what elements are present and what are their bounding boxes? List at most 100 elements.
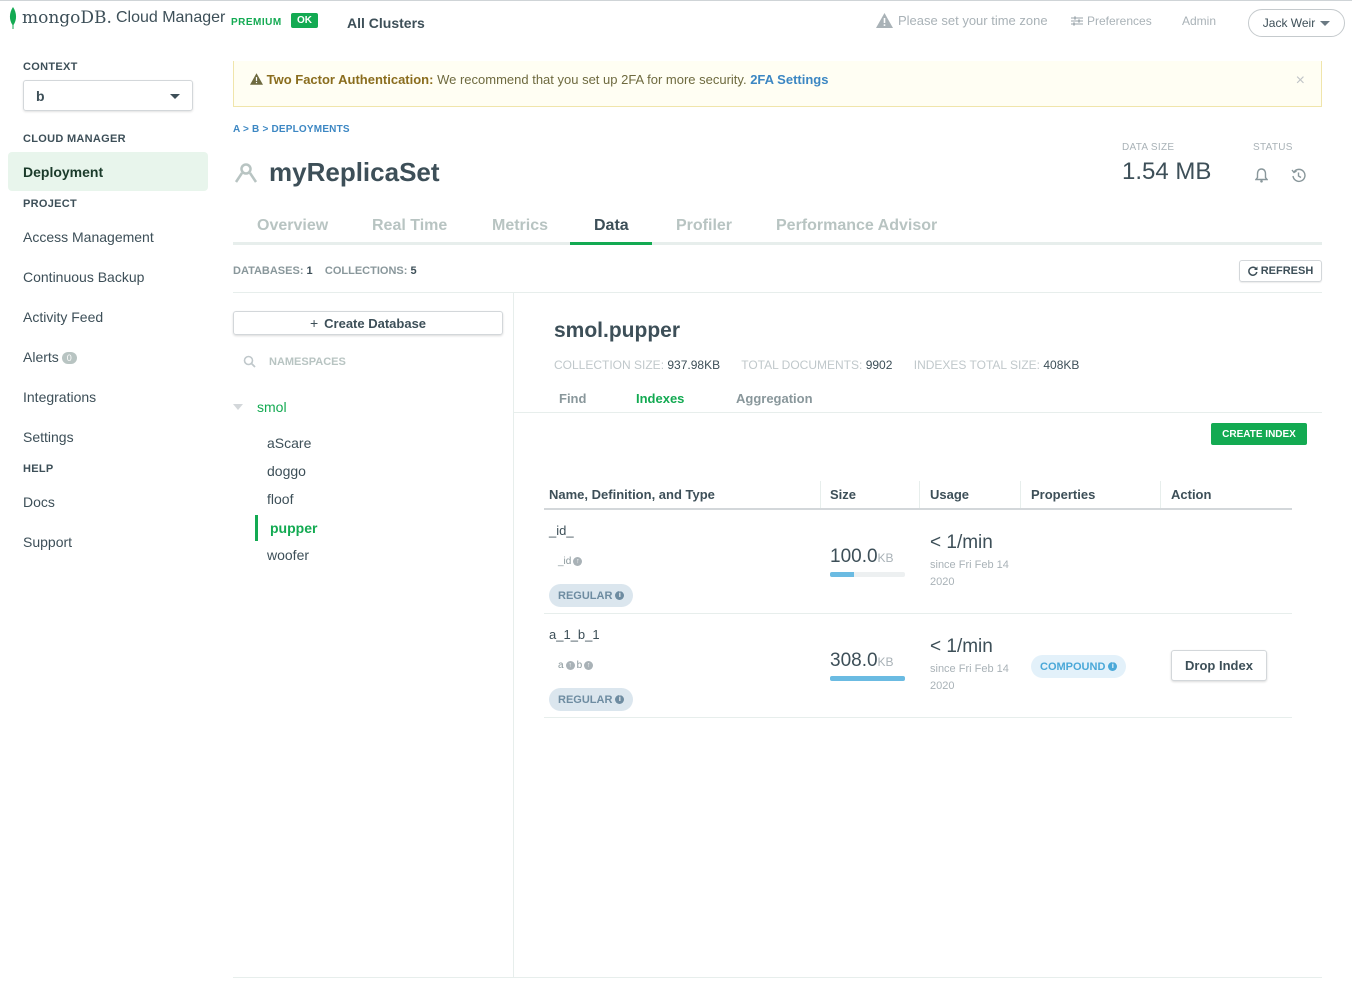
2fa-settings-link[interactable]: 2FA Settings [750,72,828,87]
collection-size-label: COLLECTION SIZE: [554,358,665,372]
cluster-selector[interactable]: All Clusters [347,15,425,31]
info-icon: i [615,695,625,704]
sidebar-item-settings[interactable]: Settings [23,429,74,445]
column-divider [919,481,920,508]
subtab-find[interactable]: Find [559,391,586,406]
tab-data[interactable]: Data [594,217,629,235]
close-icon[interactable]: × [1296,72,1305,90]
refresh-icon [1247,266,1258,276]
databases-label: DATABASES: [233,265,304,277]
collection-item-pupper[interactable]: pupper [270,520,317,536]
tab-real-time[interactable]: Real Time [372,217,447,235]
sidebar-item-alerts[interactable]: Alerts 0 [23,349,77,365]
refresh-button[interactable]: REFRESH [1239,260,1322,282]
breadcrumb[interactable]: A > B > DEPLOYMENTS [233,124,350,135]
sidebar-item-alerts-label: Alerts [23,349,59,365]
table-header-divider [544,508,1292,510]
cloud-manager-heading: CLOUD MANAGER [23,133,126,145]
collections-label: COLLECTIONS: [324,265,408,277]
database-item-smol[interactable]: smol [233,399,287,415]
data-counts: DATABASES: 1 COLLECTIONS: 5 [233,265,417,277]
product-name: Cloud Manager [115,9,226,26]
index-size-value: 100.0 [830,546,878,567]
tab-metrics[interactable]: Metrics [492,217,548,235]
history-icon[interactable] [1291,168,1306,183]
subtab-divider [514,412,1322,413]
namespace-search-input[interactable]: NAMESPACES [269,356,346,368]
active-collection-indicator [255,515,258,541]
create-index-button[interactable]: CREATE INDEX [1211,423,1307,445]
sidebar-item-activity-feed[interactable]: Activity Feed [23,309,103,325]
warning-icon [876,13,893,28]
column-header-name: Name, Definition, and Type [549,487,715,502]
admin-link[interactable]: Admin [1182,14,1216,28]
alerts-count-badge: 0 [61,352,77,364]
column-header-usage: Usage [930,487,970,502]
preferences-label: Preferences [1087,14,1152,28]
create-database-button[interactable]: + Create Database [233,311,503,335]
collection-title: smol.pupper [554,319,681,342]
tab-performance-advisor[interactable]: Performance Advisor [776,217,937,235]
compound-property-badge[interactable]: COMPOUND i [1031,655,1127,678]
sidebar-item-access-management[interactable]: Access Management [23,229,154,245]
top-bar: mongoDB. Cloud Manager PREMIUM OK All Cl… [0,0,1352,42]
collection-item-woofer[interactable]: woofer [267,547,309,563]
collection-item-ascare[interactable]: aScare [267,435,311,451]
context-value: b [36,88,45,104]
context-select[interactable]: b [23,80,193,111]
refresh-label: REFRESH [1260,265,1314,277]
info-icon: i [1108,662,1118,671]
row-divider [544,717,1292,718]
index-usage-since: since Fri Feb 14 2020 [930,663,1009,692]
plan-status-badge: OK [291,13,318,28]
index-size-unit: KB [877,655,894,669]
sidebar-item-deployment[interactable]: Deployment [23,164,103,180]
help-heading: HELP [23,463,54,475]
drop-index-button[interactable]: Drop Index [1171,650,1267,681]
index-size-bar [830,676,905,681]
status-label: STATUS [1253,142,1293,153]
chevron-down-icon [170,94,180,99]
column-header-size: Size [830,487,857,502]
info-icon: i [615,591,625,600]
page-title: myReplicaSet [269,157,440,187]
brand-name: mongoDB. [22,8,112,28]
alert-message: We recommend that you set up 2FA for mor… [437,72,747,87]
collection-item-doggo[interactable]: doggo [267,463,306,479]
ascending-icon: ↑ [584,661,594,670]
index-field: a [558,660,564,671]
index-type-label: REGULAR [558,589,613,602]
preferences-link[interactable]: Preferences [1071,14,1152,28]
sidebar-item-docs[interactable]: Docs [23,494,55,510]
deployment-tabs: Overview Real Time Metrics Data Profiler… [233,210,1322,245]
sidebar-item-integrations[interactable]: Integrations [23,389,96,405]
index-size: 308.0KB [830,650,894,672]
timezone-warning-link[interactable]: Please set your time zone [876,13,1048,28]
timezone-warning-text: Please set your time zone [898,13,1048,28]
sidebar-item-continuous-backup[interactable]: Continuous Backup [23,269,144,285]
plan-label: PREMIUM [231,17,282,28]
subtab-indexes[interactable]: Indexes [636,391,684,406]
user-name: Jack Weir [1262,16,1316,30]
project-heading: PROJECT [23,198,78,210]
index-definition: a ↑ b ↑ [558,660,594,671]
user-menu-button[interactable]: Jack Weir [1248,9,1345,37]
bell-icon[interactable] [1255,168,1268,183]
index-type-badge[interactable]: REGULAR i [549,688,634,711]
index-type-label: REGULAR [558,693,613,706]
index-type-badge[interactable]: REGULAR i [549,584,634,607]
sidebar-item-support[interactable]: Support [23,534,72,550]
namespace-search[interactable]: NAMESPACES [243,355,346,368]
subtab-aggregation[interactable]: Aggregation [736,391,813,406]
collection-size-value: 937.98KB [667,358,721,372]
collection-item-floof[interactable]: floof [267,491,293,507]
indexes-size-label: INDEXES TOTAL SIZE: [913,358,1040,372]
tab-profiler[interactable]: Profiler [676,217,732,235]
two-factor-alert: Two Factor Authentication: We recommend … [233,61,1322,107]
collections-count: 5 [410,265,417,277]
tab-overview[interactable]: Overview [257,217,328,235]
sliders-icon [1071,16,1083,26]
mongodb-logo[interactable]: mongoDB. Cloud Manager [8,7,225,29]
index-size: 100.0KB [830,546,894,568]
active-tab-indicator [570,242,652,245]
